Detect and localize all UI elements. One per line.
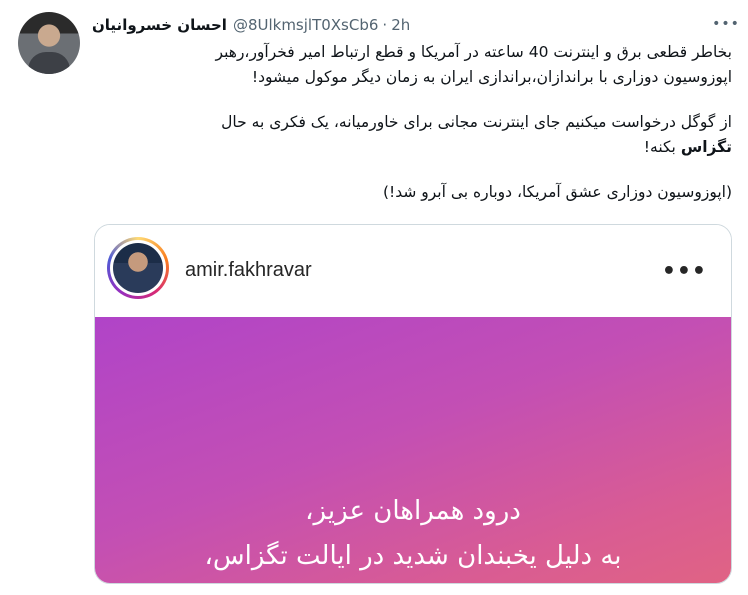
instagram-post: درود همراهان عزیز، به دلیل یخبندان شدید … bbox=[95, 317, 731, 583]
tweet-line: از گوگل درخواست میکنیم جای اینترنت مجانی… bbox=[221, 113, 732, 131]
author-handle[interactable]: @8UlkmsjlT0XsCb6 bbox=[233, 16, 378, 34]
post-line: ... bbox=[95, 579, 731, 583]
bold-word: تگزاس bbox=[680, 138, 732, 156]
instagram-avatar bbox=[107, 237, 169, 299]
instagram-handle: amir.fakhravar bbox=[185, 259, 312, 281]
post-line: به دلیل یخبندان شدید در ایالت تگزاس، bbox=[204, 541, 622, 571]
post-text: درود همراهان عزیز، به دلیل یخبندان شدید … bbox=[95, 489, 731, 583]
avatar-figure bbox=[28, 52, 70, 74]
tweet-header: احسان خسروانیان @8UlkmsjlT0XsCb6 · 2h bbox=[92, 14, 738, 36]
tweet-body: بخاطر قطعی برق و اینترنت 40 ساعته در آمر… bbox=[92, 40, 732, 205]
instagram-header: amir.fakhravar ••• bbox=[95, 225, 731, 317]
profile-photo bbox=[113, 243, 163, 293]
tweet-line: (اپوزوسیون دوزاری عشق آمریکا، دوباره بی … bbox=[382, 183, 732, 201]
author-avatar[interactable] bbox=[18, 12, 80, 74]
more-options-icon[interactable]: ••• bbox=[712, 14, 739, 34]
post-line: درود همراهان عزیز، bbox=[305, 496, 521, 526]
tweet-line: بخاطر قطعی برق و اینترنت 40 ساعته در آمر… bbox=[215, 43, 732, 61]
tweet-time[interactable]: 2h bbox=[391, 16, 410, 34]
tweet-line: تگزاس بکنه! bbox=[92, 135, 732, 160]
instagram-more-icon: ••• bbox=[661, 259, 707, 284]
author-name[interactable]: احسان خسروانیان bbox=[92, 16, 227, 34]
attached-image-card[interactable]: amir.fakhravar ••• درود همراهان عزیز، به… bbox=[94, 224, 732, 584]
separator-dot: · bbox=[382, 16, 388, 34]
tweet-line: اپوزوسیون دوزاری با براندازان،براندازی ا… bbox=[251, 68, 732, 86]
tweet-line-rest: بکنه! bbox=[643, 138, 681, 156]
